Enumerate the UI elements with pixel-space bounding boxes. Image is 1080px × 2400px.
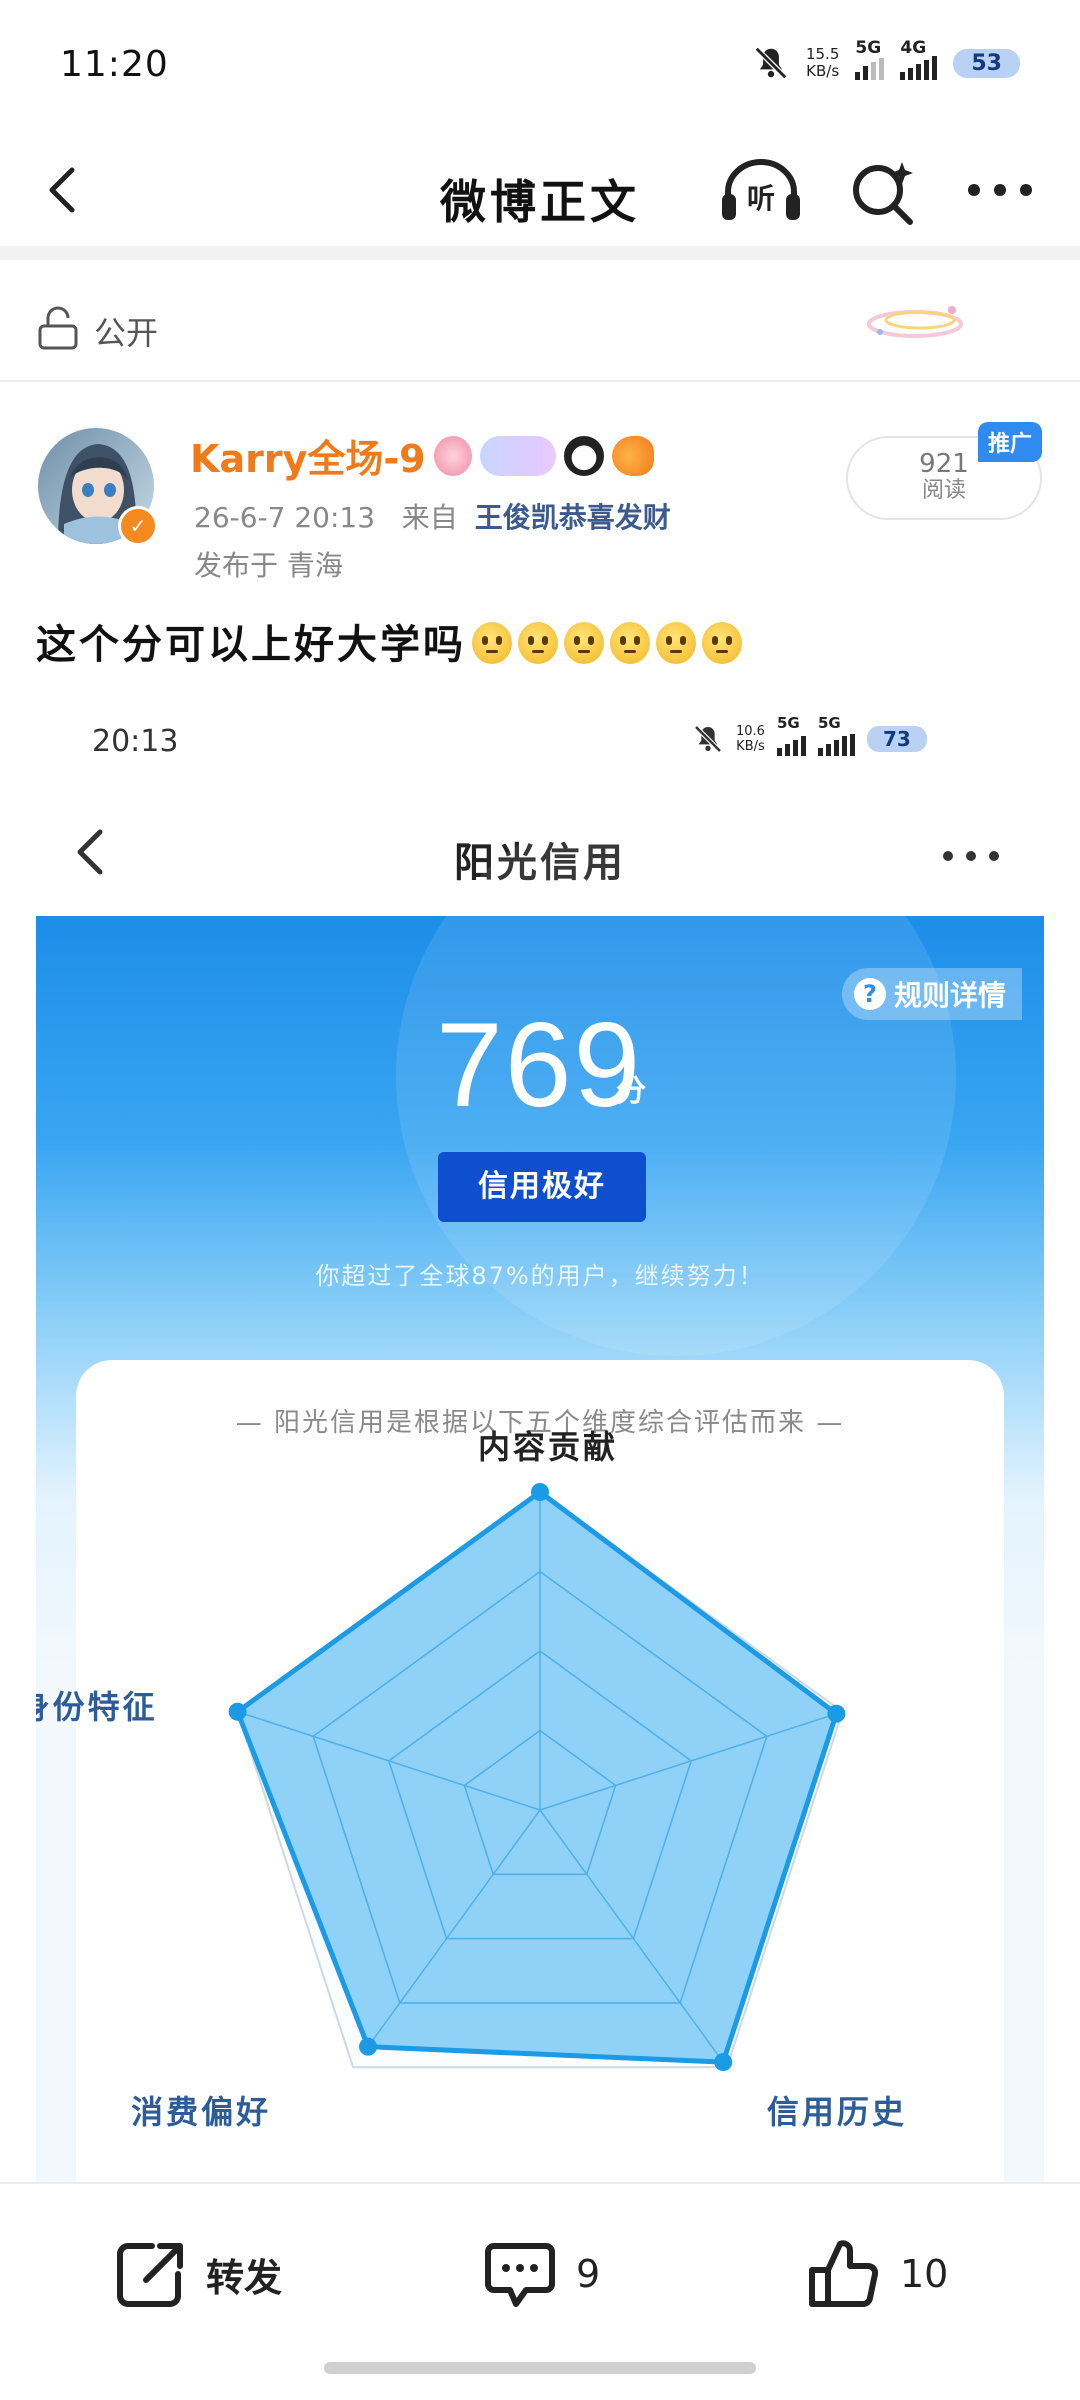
- like-button[interactable]: 10: [806, 2236, 948, 2312]
- rules-label: 规则详情: [894, 979, 1007, 1012]
- radar-point: [531, 1483, 549, 1501]
- verified-badge-icon: ✓: [118, 506, 158, 546]
- listen-label: 听: [747, 182, 775, 215]
- status-time: 11:20: [60, 44, 169, 85]
- smile-emoji-icon: [702, 622, 742, 664]
- read-label: 阅读: [921, 478, 966, 503]
- source-prefix: 来自: [401, 501, 458, 534]
- percentile-text: 你超过了全球87%的用户，继续努力！: [315, 1262, 765, 1290]
- radar-point: [228, 1702, 247, 1721]
- post-body: 这个分可以上好大学吗: [36, 622, 466, 668]
- share-arrow-icon: [117, 2243, 183, 2307]
- nav-bar: 微博正文 听: [0, 130, 1080, 260]
- status-bar: 11:20 15.5 KB/s 5G 4G 53: [0, 0, 1080, 130]
- home-indicator: [324, 2362, 756, 2374]
- radar-axis-label: 信用历史: [766, 2093, 907, 2132]
- emoji-row: [466, 622, 742, 668]
- smile-emoji-icon: [610, 622, 650, 664]
- smile-emoji-icon: [518, 622, 558, 664]
- fish-icon: [611, 435, 654, 476]
- signal-4g-icon: 4G: [900, 38, 938, 80]
- author-line: Karry全场-9: [190, 428, 654, 483]
- more-dots-icon[interactable]: [960, 160, 1040, 220]
- radar-axis-label: 身份特征: [36, 1687, 158, 1726]
- post-meta: 26-6-7 20:13 来自 王俊凯恭喜发财: [194, 496, 671, 536]
- user-badge-icon: [433, 435, 472, 476]
- smile-emoji-icon: [472, 622, 512, 664]
- embed-status-time: 20:13: [92, 724, 179, 759]
- ai-search-icon[interactable]: [848, 156, 918, 226]
- net-speed: 15.5 KB/s: [805, 45, 840, 80]
- headphones-icon: 听: [722, 159, 800, 220]
- radar-chart: [228, 1483, 846, 2072]
- radar-point: [827, 1704, 846, 1723]
- repost-label: 转发: [206, 2255, 283, 2300]
- embed-battery-indicator: 73: [866, 726, 927, 752]
- unlock-icon: [38, 306, 78, 350]
- radar-point: [714, 2053, 733, 2072]
- visibility-label: 公开: [94, 314, 159, 352]
- decoration-sparkle-icon: [867, 306, 963, 338]
- signal-5g-icon: 5G: [776, 714, 806, 756]
- promo-tag: 推广: [978, 422, 1043, 462]
- dimension-card: — 阳光信用是根据以下五个维度综合评估而来 — 内容贡献信用历史消费偏好身份特征: [36, 1360, 1004, 2182]
- post-location: 发布于 青海: [194, 549, 343, 582]
- battery-indicator: 53: [953, 48, 1020, 78]
- comment-bubble-icon: [485, 2243, 555, 2307]
- embed-net-speed: 10.6 KB/s: [736, 724, 765, 754]
- radar-axis-label: 内容贡献: [478, 1428, 619, 1466]
- status-icons: 15.5 KB/s 5G 4G 53: [752, 38, 1020, 82]
- post-source-link[interactable]: 王俊凯恭喜发财: [475, 501, 671, 534]
- credit-hero: ? 规则详情 769 分 信用极好 你超过了全球87%的用户，继续努力！ — 阳…: [36, 796, 1044, 2182]
- post-image[interactable]: 20:13 10.6 KB/s 5G 5G 73 阳光信用 ? 规则详情 769…: [36, 700, 1044, 2182]
- post-text: 这个分可以上好大学吗: [36, 612, 742, 670]
- credit-level-badge: 信用极好: [438, 1152, 646, 1222]
- rules-button: ? 规则详情: [842, 968, 1023, 1020]
- signal-5g-icon: 5G: [855, 38, 885, 80]
- smile-emoji-icon: [564, 622, 604, 664]
- more-dots-icon: [943, 851, 999, 861]
- author-name[interactable]: Karry全场-9: [190, 428, 426, 483]
- visibility-row: 公开: [0, 274, 1080, 382]
- radar-axis-label: 消费偏好: [131, 2093, 272, 2132]
- radar-point: [359, 2037, 378, 2056]
- embed-status-icons: 10.6 KB/s 5G 5G 73: [692, 714, 927, 756]
- repost-button[interactable]: 转发: [112, 2236, 282, 2312]
- post-timestamp: 26-6-7 20:13: [194, 501, 376, 534]
- comment-count: 9: [576, 2252, 601, 2296]
- mute-bell-icon: [754, 46, 788, 80]
- mute-bell-icon: [694, 725, 722, 753]
- member-badge-icon: [479, 435, 556, 476]
- smile-emoji-icon: [656, 622, 696, 664]
- question-icon: ?: [854, 978, 886, 1010]
- comment-button[interactable]: 9: [482, 2236, 600, 2312]
- like-count: 10: [900, 2252, 949, 2296]
- credit-score: 769: [436, 998, 643, 1132]
- signal-5g-icon-2: 5G: [817, 714, 855, 756]
- listen-button[interactable]: 听: [718, 156, 804, 226]
- panda-icon: [563, 435, 604, 476]
- thumbs-up-icon: [809, 2240, 879, 2307]
- page-title: 微博正文: [440, 175, 640, 229]
- score-unit: 分: [616, 1074, 646, 1109]
